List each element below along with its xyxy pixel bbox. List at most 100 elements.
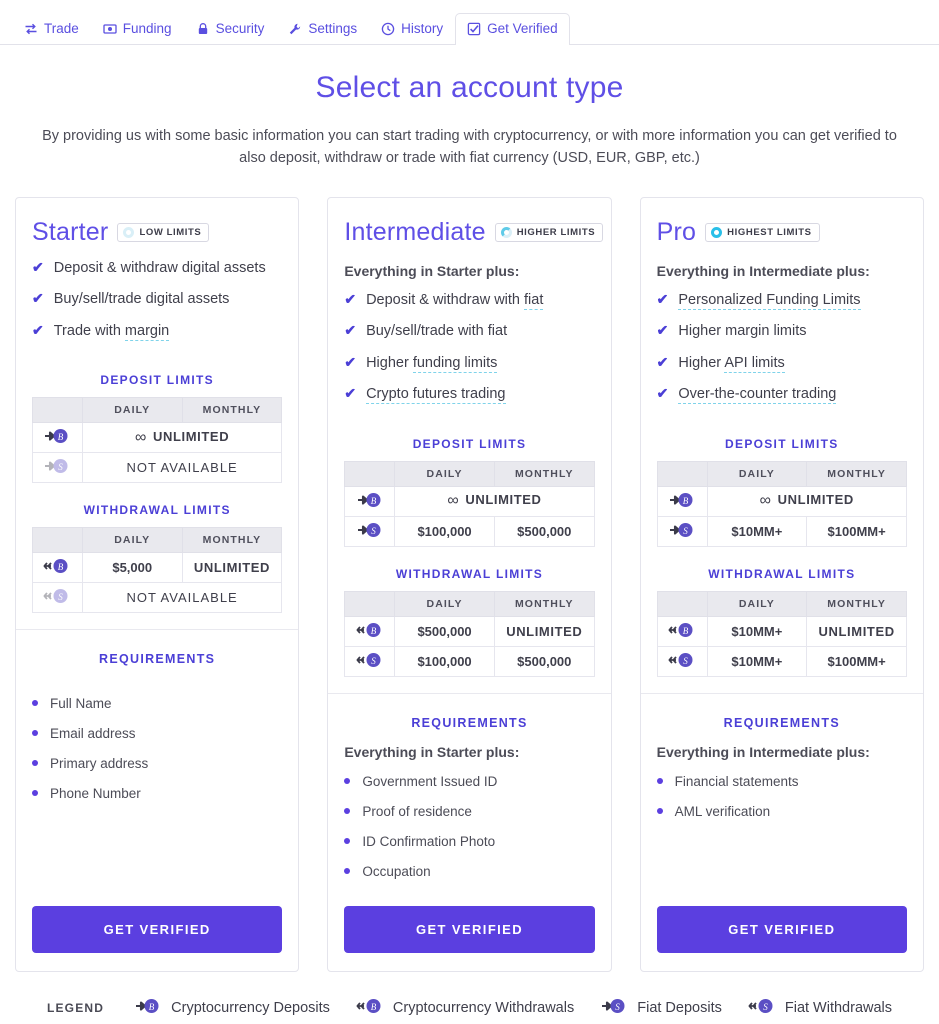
check-icon: ✔ bbox=[656, 290, 669, 307]
tab-label: Security bbox=[215, 21, 265, 36]
fiat-deposit-monthly: $100MM+ bbox=[806, 515, 907, 547]
table-header-row: DAILY MONTHLY bbox=[344, 460, 595, 487]
legend-item-fiat-deposits: S Fiat Deposits bbox=[600, 996, 722, 1020]
list-item: Proof of residence bbox=[344, 804, 594, 819]
feature-term[interactable]: Crypto futures trading bbox=[366, 386, 506, 405]
tab-get-verified[interactable]: Get Verified bbox=[455, 13, 570, 45]
fiat-withdrawal-icon: S bbox=[344, 645, 396, 677]
svg-text:B: B bbox=[58, 562, 64, 572]
requirements-title: REQUIREMENTS bbox=[411, 715, 528, 730]
daily-header: DAILY bbox=[81, 527, 183, 554]
tab-security[interactable]: Security bbox=[184, 13, 277, 45]
legend-item-crypto-withdrawals: B Cryptocurrency Withdrawals bbox=[356, 996, 574, 1020]
icon-col-header bbox=[32, 397, 83, 424]
cta-wrap: GET VERIFIED bbox=[641, 894, 923, 971]
legend-text: Fiat Withdrawals bbox=[784, 999, 893, 1016]
fiat-withdrawal-icon: S bbox=[656, 645, 708, 677]
check-icon: ✔ bbox=[32, 290, 44, 307]
page-title: Select an account type bbox=[315, 71, 624, 104]
table-row: B $10MM+ UNLIMITED bbox=[656, 615, 907, 647]
deposit-limits-title: DEPOSIT LIMITS bbox=[725, 436, 839, 451]
feature-term[interactable]: funding limits bbox=[412, 354, 498, 373]
tab-label: Funding bbox=[122, 21, 172, 36]
deposit-limits-table: DAILY MONTHLY B ∞ UNLIMITED S $100,000 $5… bbox=[344, 460, 595, 547]
legend-text: Fiat Deposits bbox=[637, 999, 722, 1016]
main-tab-bar: Trade Funding Security Settings History … bbox=[0, 0, 939, 45]
feature-text: Higher funding limits bbox=[366, 354, 498, 373]
card-intermediate: Intermediate HIGHER LIMITS Everything in… bbox=[327, 196, 612, 972]
feature-term[interactable]: API limits bbox=[724, 354, 785, 373]
requirement-text: ID Confirmation Photo bbox=[362, 833, 496, 849]
icon-col-header bbox=[344, 460, 396, 487]
tab-label: Settings bbox=[308, 21, 358, 36]
bullet-icon bbox=[344, 837, 351, 844]
cta-wrap: GET VERIFIED bbox=[16, 894, 298, 971]
fiat-deposit-icon: S bbox=[600, 996, 628, 1020]
wrench-icon bbox=[288, 22, 302, 36]
requirement-text: Full Name bbox=[50, 696, 112, 712]
crypto-withdrawal-monthly: UNLIMITED bbox=[806, 615, 907, 647]
svg-text:S: S bbox=[615, 1002, 620, 1012]
crypto-deposit-icon: B bbox=[656, 485, 708, 517]
tab-history[interactable]: History bbox=[369, 13, 455, 45]
daily-header: DAILY bbox=[81, 397, 183, 424]
tab-settings[interactable]: Settings bbox=[276, 13, 369, 45]
deposit-limits-title: DEPOSIT LIMITS bbox=[100, 373, 214, 388]
get-verified-button-intermediate[interactable]: GET VERIFIED bbox=[344, 905, 595, 953]
check-icon: ✔ bbox=[344, 353, 357, 370]
requirement-text: AML verification bbox=[674, 803, 771, 819]
monthly-header: MONTHLY bbox=[493, 460, 595, 487]
table-row: B ∞ UNLIMITED bbox=[32, 422, 283, 454]
get-verified-button-starter[interactable]: GET VERIFIED bbox=[32, 905, 283, 953]
crypto-deposit-unlimited: ∞ UNLIMITED bbox=[394, 485, 595, 517]
requirements-list: Financial statements AML verification bbox=[656, 774, 907, 819]
plan-plus-line: Everything in Intermediate plus: bbox=[656, 262, 870, 279]
table-row: B $5,000 UNLIMITED bbox=[32, 552, 283, 584]
table-header-row: DAILY MONTHLY bbox=[656, 460, 907, 487]
crypto-deposit-icon: B bbox=[344, 485, 396, 517]
requirements-section: REQUIREMENTS Everything in Intermediate … bbox=[641, 694, 923, 894]
list-item: ✔ Buy/sell/trade digital assets bbox=[32, 290, 282, 308]
svg-text:S: S bbox=[59, 592, 64, 602]
fiat-withdrawal-daily: $10MM+ bbox=[706, 645, 808, 677]
card-header: Pro HIGHEST LIMITS Everything in Interme… bbox=[641, 198, 923, 417]
infinity-icon: ∞ bbox=[135, 428, 148, 446]
feature-text: Crypto futures trading bbox=[366, 386, 506, 405]
check-icon: ✔ bbox=[344, 385, 357, 402]
get-verified-button-pro[interactable]: GET VERIFIED bbox=[656, 905, 907, 953]
card-pro: Pro HIGHEST LIMITS Everything in Interme… bbox=[639, 196, 924, 972]
fiat-deposit-na: NOT AVAILABLE bbox=[81, 452, 283, 484]
requirements-plus-line: Everything in Starter plus: bbox=[344, 743, 520, 760]
table-row: B $500,000 UNLIMITED bbox=[344, 615, 595, 647]
list-item: ✔ Crypto futures trading bbox=[344, 385, 594, 405]
withdrawal-limits-title: WITHDRAWAL LIMITS bbox=[708, 566, 856, 581]
feature-text: Over-the-counter trading bbox=[678, 386, 837, 405]
bullet-icon bbox=[32, 730, 38, 737]
tab-trade[interactable]: Trade bbox=[12, 13, 91, 45]
feature-term[interactable]: fiat bbox=[524, 291, 544, 310]
crypto-withdrawal-icon: B bbox=[344, 615, 396, 647]
feature-term[interactable]: Personalized Funding Limits bbox=[678, 291, 861, 310]
funding-icon bbox=[103, 22, 117, 36]
tab-funding[interactable]: Funding bbox=[91, 13, 184, 45]
icon-col-header bbox=[32, 527, 83, 554]
legend-text: Cryptocurrency Withdrawals bbox=[392, 999, 575, 1016]
table-row: S NOT AVAILABLE bbox=[32, 452, 283, 484]
bullet-icon bbox=[32, 700, 38, 707]
svg-text:B: B bbox=[371, 626, 377, 636]
plan-heading-row: Starter LOW LIMITS bbox=[32, 218, 282, 247]
requirements-title: REQUIREMENTS bbox=[723, 715, 840, 730]
crypto-deposit-icon: B bbox=[134, 996, 162, 1020]
feature-term[interactable]: margin bbox=[124, 322, 170, 341]
list-item: ✔ Deposit & withdraw with fiat bbox=[344, 291, 594, 310]
feature-term[interactable]: Over-the-counter trading bbox=[678, 386, 837, 405]
feature-list: ✔ Deposit & withdraw with fiat ✔ Buy/sell/… bbox=[344, 291, 594, 405]
crypto-withdrawal-icon: B bbox=[356, 996, 384, 1020]
icon-col-header bbox=[656, 460, 708, 487]
fiat-deposit-monthly: $500,000 bbox=[493, 515, 595, 547]
icon-col-header bbox=[344, 590, 396, 617]
crypto-withdrawal-icon: B bbox=[32, 552, 83, 584]
feature-text: Trade with margin bbox=[53, 322, 170, 341]
requirements-title: REQUIREMENTS bbox=[99, 652, 216, 667]
svg-text:S: S bbox=[763, 1002, 768, 1012]
